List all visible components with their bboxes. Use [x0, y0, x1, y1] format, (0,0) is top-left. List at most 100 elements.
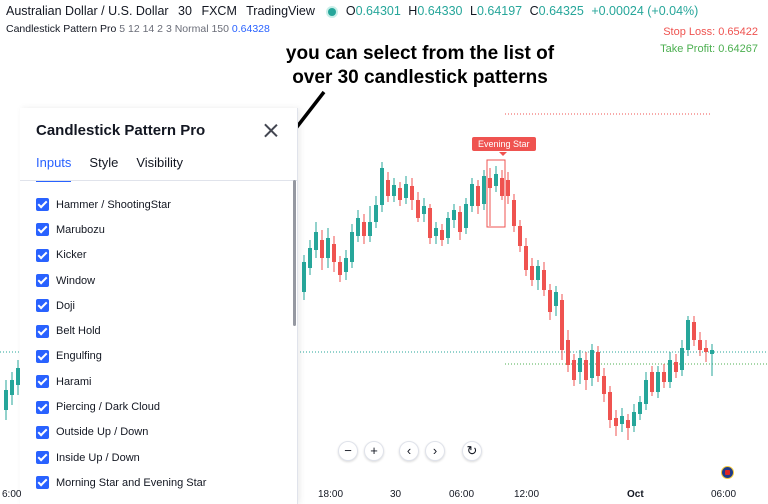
low-label: L [469, 4, 477, 18]
zoom-in-button[interactable]: + [364, 441, 384, 461]
pattern-option-window[interactable]: Window [36, 268, 206, 293]
candle-body [440, 230, 444, 240]
pattern-option-label: Piercing / Dark Cloud [56, 401, 160, 414]
pattern-option-belt-hold[interactable]: Belt Hold [36, 318, 206, 343]
pattern-option-engulfing[interactable]: Engulfing [36, 344, 206, 369]
candle-body [314, 232, 318, 250]
candle-body [512, 200, 516, 226]
close-icon[interactable] [260, 120, 282, 142]
indicator-value: 0.64328 [231, 23, 270, 35]
checkbox-icon[interactable] [36, 349, 49, 363]
candle-body [560, 300, 564, 350]
change-value: +0.00024 (+0.04%) [591, 4, 699, 18]
time-axis-label: 30 [390, 489, 402, 500]
candle-body [674, 362, 678, 372]
high-value: 0.64330 [417, 4, 463, 18]
checkbox-icon[interactable] [36, 324, 49, 338]
candle-body [332, 244, 336, 262]
pattern-option-doji[interactable]: Doji [36, 293, 206, 318]
candle-body [572, 360, 576, 380]
open-value: 0.64301 [355, 4, 401, 18]
candle-body [374, 205, 378, 222]
zoom-out-button[interactable]: − [338, 441, 358, 461]
pattern-option-inside[interactable]: Inside Up / Down [36, 445, 206, 470]
time-axis-label: 06:00 [711, 489, 737, 500]
candle-body [458, 212, 462, 232]
checkbox-icon[interactable] [36, 476, 49, 490]
candle-body [494, 174, 498, 186]
reset-chart-button[interactable]: ↻ [462, 441, 482, 461]
indicator-params: 5 12 14 2 3 Normal 150 [119, 23, 229, 35]
scroll-left-button[interactable]: ‹ [399, 441, 419, 461]
candle-body [596, 352, 600, 376]
candle-body [566, 340, 570, 365]
candle-body [530, 266, 534, 280]
low-value: 0.64197 [476, 4, 523, 18]
time-axis-label: 6:00 [2, 489, 22, 500]
indicator-name[interactable]: Candlestick Pattern Pro [6, 23, 116, 35]
checkbox-icon[interactable] [36, 223, 49, 237]
checkbox-icon[interactable] [36, 274, 49, 288]
candle-body [434, 228, 438, 236]
open-label: O [345, 4, 356, 18]
chart-header: Australian Dollar / U.S. Dollar 30 FXCM … [6, 4, 702, 18]
panel-scrollbar[interactable] [293, 180, 296, 326]
indicator-legend[interactable]: Candlestick Pattern Pro 5 12 14 2 3 Norm… [6, 23, 270, 35]
candle-body [542, 270, 546, 290]
high-label: H [408, 4, 418, 18]
checkbox-icon[interactable] [36, 198, 49, 212]
data-source: TradingView [246, 4, 315, 18]
checkbox-icon[interactable] [36, 451, 49, 465]
candle-body [368, 222, 372, 236]
checkbox-icon[interactable] [36, 400, 49, 414]
candle-body [362, 222, 366, 236]
evening-star-label-pointer [499, 152, 507, 156]
symbol-name[interactable]: Australian Dollar / U.S. Dollar [6, 4, 169, 18]
checkbox-icon[interactable] [36, 425, 49, 439]
candle-body [410, 186, 414, 200]
time-axis-label: Oct [627, 489, 644, 500]
checkbox-icon[interactable] [36, 299, 49, 313]
candle-body [4, 390, 8, 410]
stop-loss-label: Stop Loss: 0.65422 [663, 26, 758, 38]
market-status-icon [328, 7, 337, 16]
time-axis-label: 12:00 [514, 489, 540, 500]
pattern-option-label: Belt Hold [56, 325, 101, 338]
candle-body [590, 350, 594, 378]
candle-body [500, 178, 504, 196]
interval[interactable]: 30 [178, 4, 192, 18]
candle-body [488, 178, 492, 188]
candle-body [608, 392, 612, 420]
candle-body [548, 290, 552, 312]
checkbox-icon[interactable] [36, 248, 49, 262]
pattern-option-label: Window [56, 274, 96, 287]
scroll-right-button[interactable]: › [425, 441, 445, 461]
candle-body [344, 258, 348, 272]
candle-body [308, 248, 312, 268]
pattern-option-label: Harami [56, 375, 92, 388]
candle-body [428, 208, 432, 238]
tab-style[interactable]: Style [89, 155, 118, 182]
pattern-option-piercing[interactable]: Piercing / Dark Cloud [36, 394, 206, 419]
panel-title: Candlestick Pattern Pro [36, 122, 206, 139]
pattern-option-morning-evening-star[interactable]: Morning Star and Evening Star [36, 470, 206, 495]
candle-body [614, 418, 618, 426]
pattern-option-harami[interactable]: Harami [36, 369, 206, 394]
candle-body [518, 226, 522, 246]
australia-flag-icon [721, 466, 734, 479]
pattern-option-marubozu[interactable]: Marubozu [36, 217, 206, 242]
checkbox-icon[interactable] [36, 375, 49, 389]
pattern-option-hammer[interactable]: Hammer / ShootingStar [36, 192, 206, 217]
candle-body [404, 184, 408, 198]
indicator-settings-panel: Candlestick Pattern Pro Inputs Style Vis… [20, 108, 298, 504]
candle-body [356, 218, 360, 236]
tab-inputs[interactable]: Inputs [36, 155, 72, 182]
pattern-option-kicker[interactable]: Kicker [36, 243, 206, 268]
pattern-option-outside[interactable]: Outside Up / Down [36, 420, 206, 445]
close-label: C [529, 4, 539, 18]
candle-body [692, 322, 696, 340]
candle-body [452, 210, 456, 220]
tab-visibility[interactable]: Visibility [136, 155, 183, 182]
candle-body [650, 372, 654, 392]
candle-body [662, 372, 666, 382]
